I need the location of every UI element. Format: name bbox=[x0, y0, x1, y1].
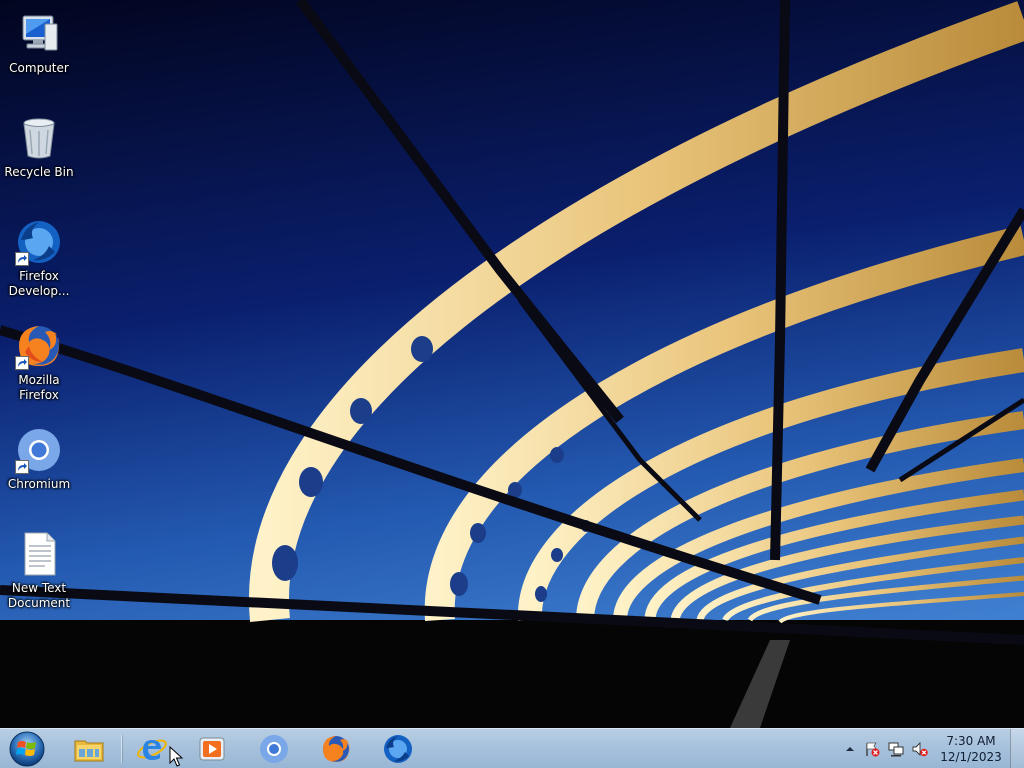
desktop-icon-label: Mozilla Firefox bbox=[18, 373, 60, 402]
taskbar-chromium[interactable] bbox=[245, 731, 303, 767]
system-tray: 7:30 AM 12/1/2023 bbox=[840, 729, 1024, 768]
windows-logo-icon bbox=[9, 731, 45, 767]
media-player-icon bbox=[199, 737, 225, 761]
taskbar-media-player[interactable] bbox=[183, 731, 241, 767]
taskbar-separator bbox=[121, 735, 122, 763]
desktop-icon-computer[interactable]: Computer bbox=[2, 4, 76, 100]
desktop-wallpaper bbox=[0, 0, 1024, 728]
mouse-cursor-icon bbox=[169, 745, 184, 768]
shortcut-arrow-icon bbox=[15, 356, 29, 370]
desktop-icon-chromium[interactable]: Chromium bbox=[2, 420, 76, 516]
chromium-icon bbox=[260, 735, 288, 763]
taskbar-firefox-developer[interactable] bbox=[369, 731, 427, 767]
firefox-icon bbox=[15, 322, 63, 370]
text-document-icon bbox=[15, 530, 63, 578]
shortcut-arrow-icon bbox=[15, 460, 29, 474]
internet-explorer-icon bbox=[137, 739, 167, 760]
show-hidden-icons-chevron[interactable] bbox=[842, 741, 858, 757]
show-desktop-button[interactable] bbox=[1010, 729, 1024, 768]
firefox-icon bbox=[323, 736, 350, 762]
taskbar-clock[interactable]: 7:30 AM 12/1/2023 bbox=[934, 733, 1008, 765]
computer-icon bbox=[15, 10, 63, 58]
desktop-icon-label: Recycle Bin bbox=[4, 165, 74, 179]
volume-muted-icon[interactable] bbox=[912, 741, 928, 757]
clock-time: 7:30 AM bbox=[946, 734, 996, 748]
file-explorer-icon bbox=[74, 740, 104, 762]
desktop-icon-recycle-bin[interactable]: Recycle Bin bbox=[2, 108, 76, 204]
start-button[interactable] bbox=[3, 730, 51, 768]
taskbar: 7:30 AM 12/1/2023 bbox=[0, 728, 1024, 768]
taskbar-firefox[interactable] bbox=[307, 731, 365, 767]
desktop-icon-firefox-developer[interactable]: Firefox Develop... bbox=[2, 212, 76, 308]
firefox-developer-icon bbox=[15, 218, 63, 266]
firefox-developer-icon bbox=[384, 735, 412, 763]
desktop-icon-label: Computer bbox=[9, 61, 69, 75]
desktop-icon-label: Firefox Develop... bbox=[8, 269, 70, 298]
desktop-icon-label: Chromium bbox=[7, 477, 71, 491]
desktop-icon-label: New Text Document bbox=[7, 581, 71, 610]
desktop-icon-new-text-document[interactable]: New Text Document bbox=[2, 524, 76, 620]
chromium-icon bbox=[15, 426, 63, 474]
shortcut-arrow-icon bbox=[15, 252, 29, 266]
clock-date: 12/1/2023 bbox=[940, 750, 1002, 764]
taskbar-file-explorer[interactable] bbox=[60, 731, 118, 767]
action-center-flag-icon[interactable] bbox=[864, 741, 880, 757]
network-icon[interactable] bbox=[888, 741, 904, 757]
desktop-icon-mozilla-firefox[interactable]: Mozilla Firefox bbox=[2, 316, 76, 412]
recycle-bin-icon bbox=[15, 114, 63, 162]
